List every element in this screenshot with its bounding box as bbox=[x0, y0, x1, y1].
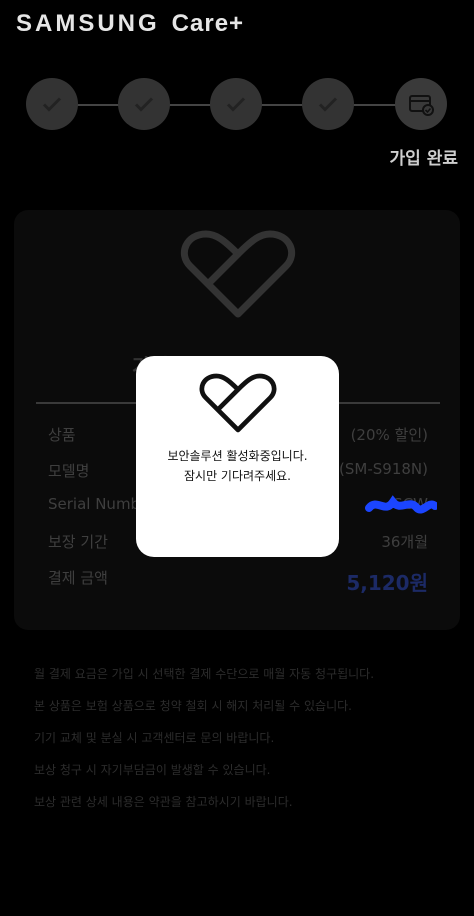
summary-row-amount: 결제 금액 5,120원 bbox=[48, 567, 428, 595]
step-4-complete bbox=[302, 78, 354, 130]
care-heart-icon bbox=[199, 373, 276, 433]
progress-steps bbox=[26, 78, 447, 130]
modal-line-1: 보안솔루션 활성화중입니다. bbox=[167, 449, 308, 463]
row-value: (SM-S918N) bbox=[339, 460, 428, 478]
step-5-current bbox=[395, 78, 447, 130]
product-text: Care+ bbox=[171, 10, 245, 37]
card-check-icon bbox=[409, 95, 434, 116]
row-label: 결제 금액 bbox=[48, 569, 108, 587]
modal-message: 보안솔루션 활성화중입니다. 잠시만 기다려주세요. bbox=[136, 446, 339, 486]
notice-item: 본 상품은 보험 상품으로 청약 철회 시 해지 처리될 수 있습니다. bbox=[34, 699, 352, 713]
notice-item: 보상 관련 상세 내용은 약관을 참고하시기 바랍니다. bbox=[34, 795, 293, 809]
care-heart-icon bbox=[181, 230, 295, 318]
check-icon bbox=[226, 97, 246, 112]
notice-item: 보상 청구 시 자기부담금이 발생할 수 있습니다. bbox=[34, 763, 271, 777]
row-label: 모델명 bbox=[48, 462, 90, 480]
modal-line-2: 잠시만 기다려주세요. bbox=[184, 469, 291, 483]
payment-amount: 5,120원 bbox=[346, 571, 428, 595]
redaction-scribble bbox=[365, 495, 437, 514]
row-label: 보장 기간 bbox=[48, 533, 108, 551]
brand-text: SAMSUNG bbox=[16, 10, 160, 37]
row-value: (20% 할인) bbox=[350, 426, 428, 444]
notice-item: 기기 교체 및 분실 시 고객센터로 문의 바랍니다. bbox=[34, 731, 275, 745]
loading-modal: 보안솔루션 활성화중입니다. 잠시만 기다려주세요. bbox=[136, 356, 339, 557]
check-icon bbox=[42, 97, 62, 112]
row-label: 상품 bbox=[48, 426, 76, 444]
notice-list: 월 결제 요금은 가입 시 선택한 결제 수단으로 매월 자동 청구됩니다. 본… bbox=[34, 664, 444, 824]
step-3-complete bbox=[210, 78, 262, 130]
check-icon bbox=[134, 97, 154, 112]
samsung-care-logo: SAMSUNG Care+ bbox=[16, 8, 244, 40]
current-step-label: 가입 완료 bbox=[389, 149, 458, 169]
notice-item: 월 결제 요금은 가입 시 선택한 결제 수단으로 매월 자동 청구됩니다. bbox=[34, 667, 375, 681]
check-icon bbox=[318, 97, 338, 112]
row-value: 36개월 bbox=[381, 533, 428, 551]
step-2-complete bbox=[118, 78, 170, 130]
step-1-complete bbox=[26, 78, 78, 130]
